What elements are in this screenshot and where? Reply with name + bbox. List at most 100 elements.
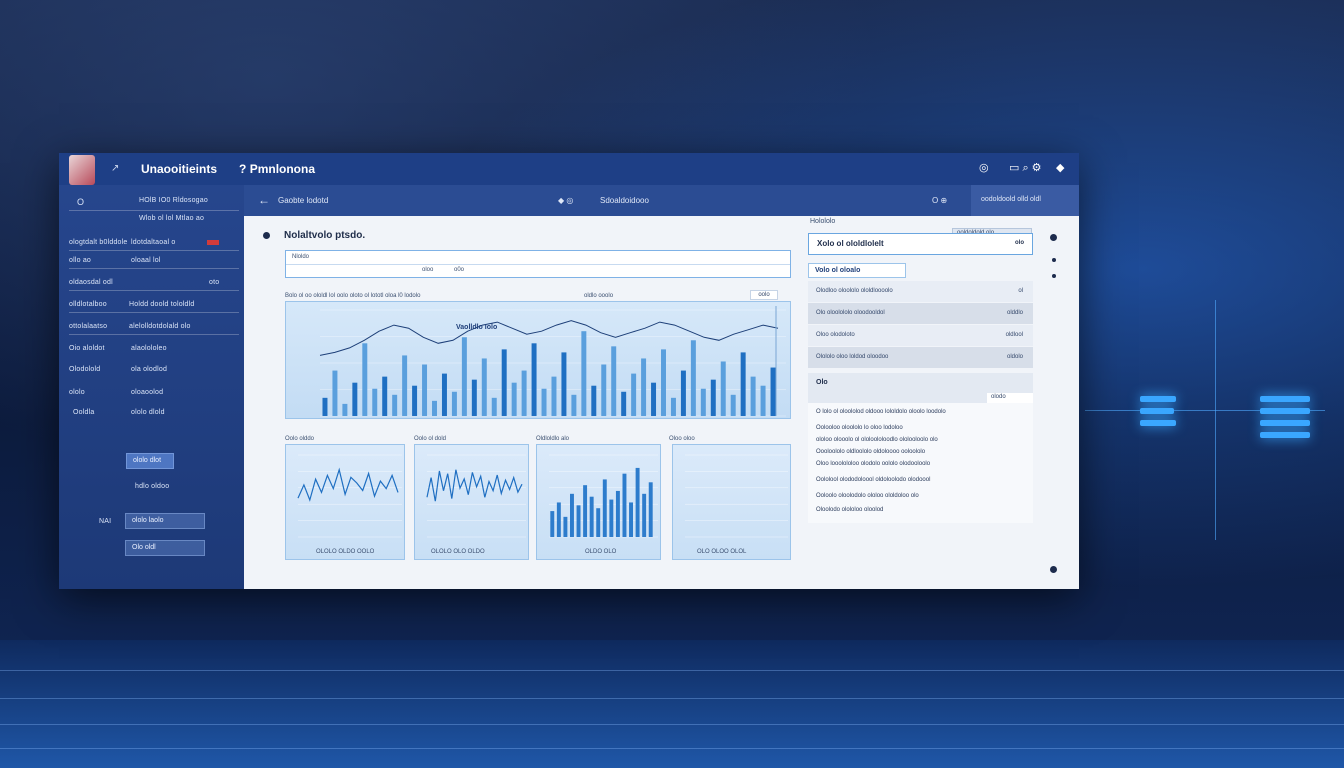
toolbar-panel-label: oodoldoold olld oldl	[981, 196, 1041, 203]
mini-chart-1-caption: OLOLO OLDO OOLO	[316, 549, 375, 555]
details-row[interactable]: Olololo oloo loldod oloodoo oldolo	[808, 347, 1033, 368]
chart-bar	[700, 388, 706, 416]
sidebar-item-6-label[interactable]: ottolalaatso	[69, 323, 107, 330]
chart-bar	[561, 352, 567, 416]
chart-bar	[720, 361, 726, 416]
chart-bar	[322, 397, 328, 416]
mini-chart-4-svg	[685, 454, 788, 538]
mini-bar	[589, 496, 594, 537]
chart-badge[interactable]: oolo	[750, 290, 778, 300]
background-glow-bar	[1140, 420, 1176, 426]
mini-chart-2-caption: OLOLO OLO OLDO	[431, 549, 485, 555]
details-section-badge[interactable]: olodo	[987, 393, 1033, 403]
main-chart-svg	[319, 306, 786, 417]
sidebar-item-4-label[interactable]: oldaosdal odl	[69, 279, 113, 286]
mini-chart-4-label: Oloo oloo	[669, 436, 695, 442]
mini-bar	[609, 499, 614, 537]
filter-field-1[interactable]: Nloldo	[292, 254, 309, 260]
back-icon[interactable]: ←	[258, 193, 270, 207]
breadcrumb[interactable]: Gaobte lodotd	[278, 196, 328, 205]
details-top-label: Holololo	[810, 218, 836, 225]
sidebar-item-2-label[interactable]: ologtdalt b0lddole	[69, 239, 127, 246]
expand-icon[interactable]: ↗	[111, 163, 119, 174]
chart-bar	[372, 388, 378, 416]
sidebar-primary-button[interactable]: ololo dlot	[126, 453, 174, 469]
sidebar-item-3-label[interactable]: ollo ao	[69, 257, 91, 264]
background-glow-bar	[1140, 408, 1174, 414]
scroll-dot-icon[interactable]	[1050, 566, 1057, 573]
chart-bar	[611, 346, 617, 416]
sidebar-tertiary-button[interactable]: Olo oldl	[125, 540, 205, 556]
mini-chart-2-svg	[426, 454, 526, 538]
window-controls-icon[interactable]: ▭ ⌕ ⚙	[1009, 161, 1042, 175]
mini-bar	[550, 511, 555, 537]
background-glow-bar	[1260, 396, 1310, 402]
sidebar-item-1[interactable]: Wlob ol lol Mtlao ao	[139, 215, 204, 222]
mini-chart-3-label: Oldloldlo alo	[536, 436, 570, 442]
chart-bar	[591, 385, 597, 416]
document-title: ? Pmnlonona	[239, 162, 316, 176]
mini-bar	[642, 493, 647, 537]
chart-bar	[710, 379, 716, 416]
page-title: Nolaltvolo ptsdo.	[284, 230, 366, 241]
toolbar-side-panel: oodoldoold olld oldl	[971, 185, 1079, 216]
chart-bar	[680, 370, 686, 416]
title-bar: ↗ Unaooitieints ? Pmnlonona ◎ ▭ ⌕ ⚙ ◆	[59, 153, 1079, 185]
chart-bar	[501, 349, 507, 416]
sidebar-item-6-value: alelolldotdolald olo	[129, 323, 191, 330]
toolbar-right-icons[interactable]: O ⊕	[932, 196, 947, 205]
sidebar-item-10-label[interactable]: Ooldla	[73, 409, 94, 416]
details-row[interactable]: Olo oloolololo oloodooldol olddlo	[808, 303, 1033, 324]
sidebar-item-8-label[interactable]: Olodolold	[69, 366, 100, 373]
mini-chart-3-caption: OLDO OLO	[585, 549, 617, 555]
help-icon[interactable]: ◎	[979, 161, 989, 174]
chart-series-line	[319, 320, 779, 356]
chart-bar	[581, 331, 587, 416]
sidebar-item-9-label[interactable]: ololo	[69, 389, 85, 396]
sidebar-item-7-label[interactable]: Oio aloldot	[69, 345, 105, 352]
chart-bar	[531, 343, 537, 416]
chart-bar	[441, 373, 447, 416]
scroll-dot-icon[interactable]	[1050, 234, 1057, 241]
sidebar-item-5-label[interactable]: olldlotalboo	[69, 301, 107, 308]
details-title-bar: Xolo ol ololdlolelt olo	[808, 233, 1033, 255]
sidebar-secondary-button[interactable]: ololo laolo	[125, 513, 205, 529]
chart-bar	[352, 382, 358, 416]
mini-bar	[602, 479, 607, 537]
sidebar-item-9-value: oloaoolod	[131, 389, 164, 396]
mini-bar	[576, 505, 581, 537]
chart-bar	[551, 376, 557, 416]
sidebar-side-label: NAI	[99, 518, 112, 525]
filter-field-2[interactable]: oloo	[422, 267, 433, 273]
chart-bar	[670, 397, 676, 416]
details-row[interactable]: Olodloo oloololo ololdloooolo ol	[808, 281, 1033, 302]
chart-bar	[461, 337, 467, 416]
mini-bar	[615, 490, 620, 537]
chart-bar	[750, 376, 756, 416]
bullet-icon	[263, 232, 270, 239]
sidebar-item-4-value: oto	[209, 279, 220, 286]
scroll-dot-icon[interactable]	[1052, 258, 1056, 262]
details-title-badge: olo	[1015, 240, 1024, 246]
chart-bar	[521, 370, 527, 416]
mini-bar	[622, 473, 627, 537]
scroll-dot-icon[interactable]	[1052, 274, 1056, 278]
chart-bar	[402, 355, 408, 416]
background-glow-bar	[1260, 420, 1310, 426]
chart-bar	[332, 370, 338, 416]
mini-bar	[556, 502, 561, 537]
toolbar-center-label[interactable]: Sdoaldoidooo	[600, 196, 649, 205]
chart-bar	[342, 403, 348, 416]
chart-bar	[770, 367, 776, 416]
details-section-title: Olo	[816, 379, 828, 386]
filter-bar[interactable]: Nloldo oloo o0o	[285, 250, 791, 278]
toolbar-location-icon[interactable]: ◆ ◎	[558, 196, 573, 205]
details-subtitle: Volo ol oloalo	[808, 263, 906, 278]
chart-bar	[601, 364, 607, 416]
mini-bar	[583, 485, 588, 537]
settings-icon[interactable]: ◆	[1056, 161, 1064, 174]
details-row[interactable]: Oloo olodoloto oldlool	[808, 325, 1033, 346]
sidebar-header-label: O	[77, 197, 85, 207]
filter-field-3[interactable]: o0o	[454, 267, 464, 273]
chart-bar	[651, 382, 657, 416]
